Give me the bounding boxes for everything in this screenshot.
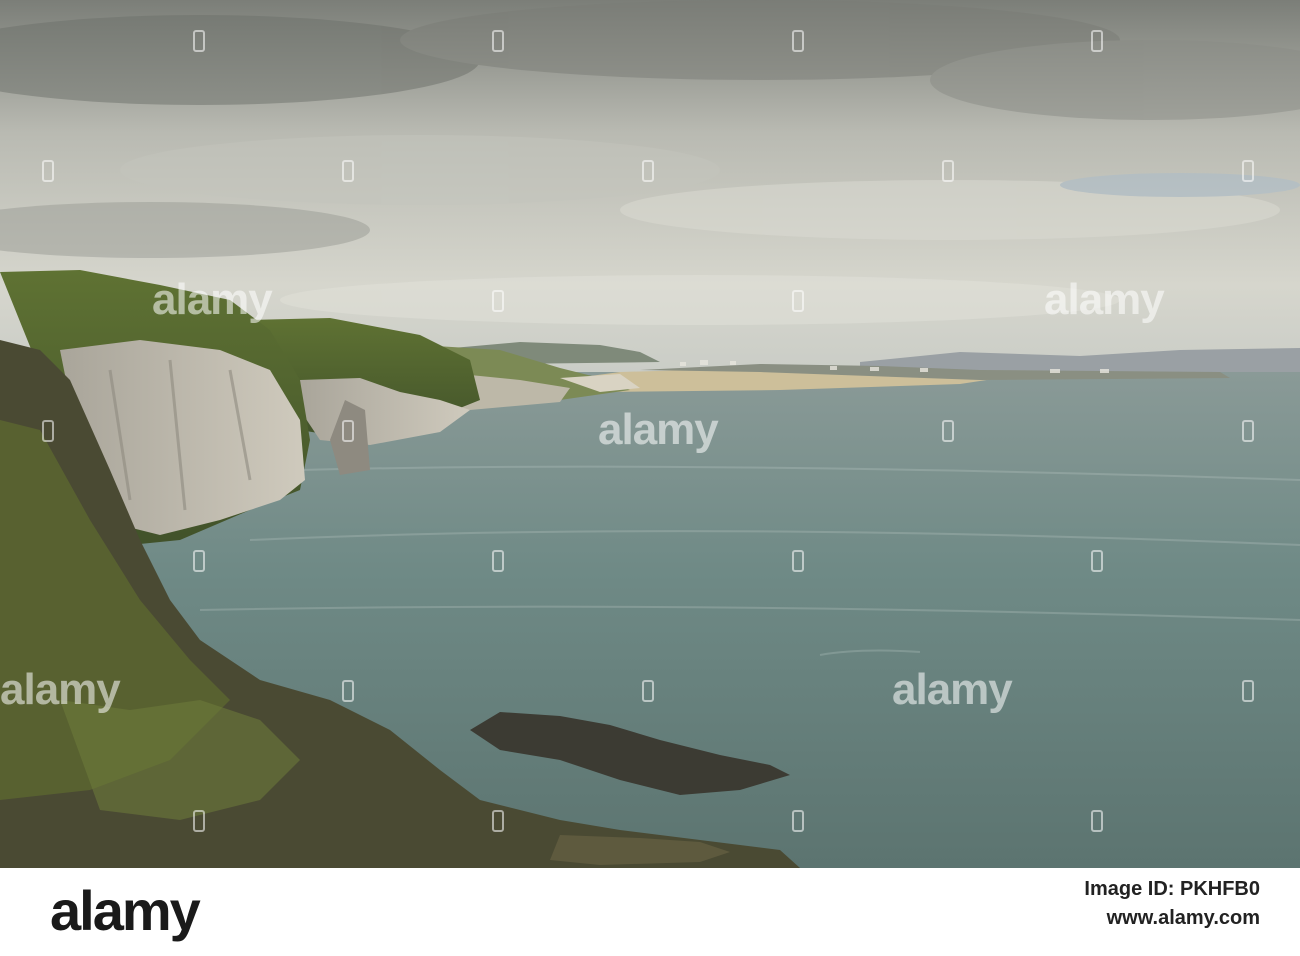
watermark: alamy xyxy=(598,405,719,454)
watermark-mark xyxy=(792,290,804,312)
stock-footer: alamy Image ID: PKHFB0 www.alamy.com xyxy=(0,868,1300,956)
watermark-mark xyxy=(642,160,654,182)
watermark-mark xyxy=(1091,30,1103,52)
watermark-mark xyxy=(1091,810,1103,832)
site-url[interactable]: www.alamy.com xyxy=(1084,907,1260,930)
watermark: alamy xyxy=(892,665,1013,714)
watermark-mark xyxy=(193,30,205,52)
watermark-mark xyxy=(42,420,54,442)
watermark-mark xyxy=(1091,550,1103,572)
watermark-mark xyxy=(642,680,654,702)
watermark-mark xyxy=(792,810,804,832)
watermark-mark xyxy=(492,290,504,312)
watermark-mark xyxy=(492,30,504,52)
watermark: alamy xyxy=(0,665,121,714)
watermark-mark xyxy=(1242,160,1254,182)
watermark-mark xyxy=(492,550,504,572)
watermark-mark xyxy=(342,420,354,442)
image-meta: Image ID: PKHFB0 www.alamy.com xyxy=(1084,878,1260,930)
watermark-mark xyxy=(942,160,954,182)
image-id: Image ID: PKHFB0 xyxy=(1084,878,1260,900)
watermark-mark xyxy=(1242,680,1254,702)
watermark-mark xyxy=(42,160,54,182)
watermark-mark xyxy=(342,160,354,182)
watermark-mark xyxy=(792,30,804,52)
watermark: alamy xyxy=(1044,275,1165,324)
watermark-mark xyxy=(792,550,804,572)
watermark-mark xyxy=(1242,420,1254,442)
stock-photo: alamy alamy alamy alamy alamy xyxy=(0,0,1300,868)
watermark-mark xyxy=(942,420,954,442)
alamy-logo[interactable]: alamy xyxy=(50,878,201,943)
watermark: alamy xyxy=(152,275,273,324)
watermark-mark xyxy=(193,550,205,572)
watermark-mark xyxy=(193,810,205,832)
watermark-mark xyxy=(492,810,504,832)
watermark-mark xyxy=(342,680,354,702)
